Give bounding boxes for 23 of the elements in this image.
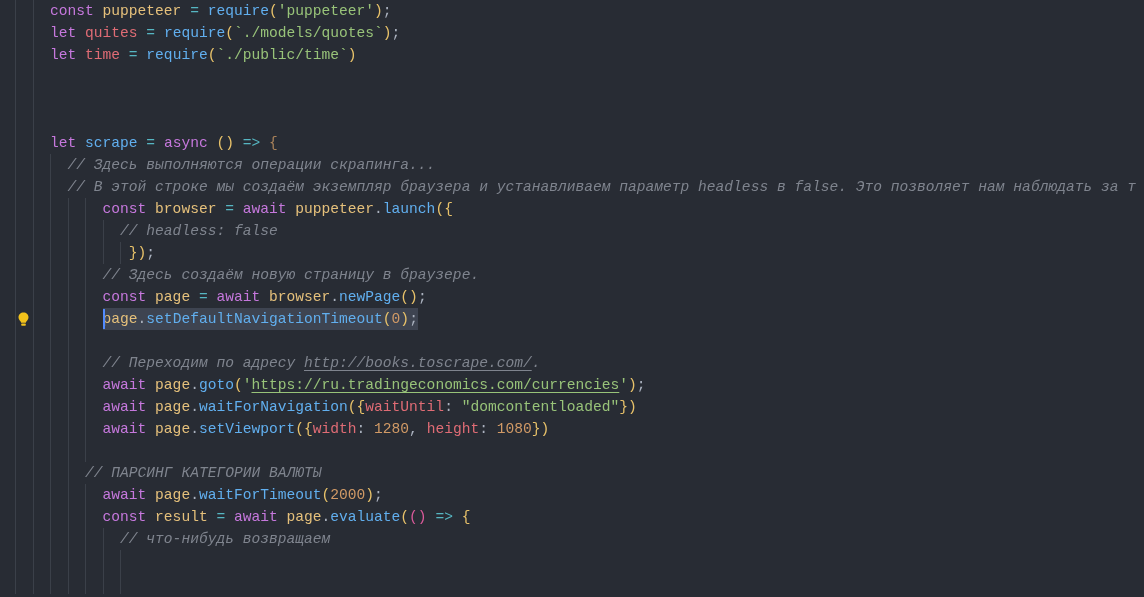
code-link[interactable]: http://books.toscrape.com/ (304, 355, 532, 371)
lightbulb-icon[interactable] (18, 312, 29, 326)
code-line: const puppeteer = require('puppeteer'); (50, 2, 392, 21)
code-line: await page.waitForNavigation({waitUntil: "domcontentloaded"}) (102, 398, 637, 417)
code-line: let time = require(`./public/time`) (50, 46, 357, 65)
text-cursor (102, 309, 105, 329)
code-line: let scrape = async () => { (50, 134, 278, 153)
code-line: await page.waitForTimeout(2000); (102, 486, 383, 505)
code-line: const result = await page.evaluate(() => { (102, 508, 471, 527)
code-line: // В этой строке мы создаём экземпляр браузера и устанавливаем параметр headless в false. Это позволяет нам наблюдать за т (67, 178, 1136, 197)
code-line: await page.goto('https://ru.tradingeconomics.com/currencies'); (102, 376, 646, 395)
code-line: // что-нибудь возвращаем (120, 530, 331, 549)
code-line: await page.setViewport({width: 1280, height: 1080}) (102, 420, 550, 439)
code-line: // Здесь выполняются операции скрапинга... (67, 156, 436, 175)
code-line: // headless: false (120, 222, 278, 241)
code-line: // Переходим по адресу http://books.toscrape.com/. (102, 354, 541, 373)
code-line: }); (128, 244, 156, 263)
code-line: // Здесь создаём новую страницу в браузере. (102, 266, 480, 285)
code-line: const page = await browser.newPage(); (102, 288, 427, 307)
code-line: let quites = require(`./models/quotes`); (50, 24, 401, 43)
code-line: // ПАРСИНГ КАТЕГОРИИ ВАЛЮТЫ (85, 464, 322, 483)
code-line: const browser = await puppeteer.launch({ (102, 200, 453, 219)
code-link[interactable]: https://ru.tradingeconomics.com/currencies (251, 377, 620, 393)
